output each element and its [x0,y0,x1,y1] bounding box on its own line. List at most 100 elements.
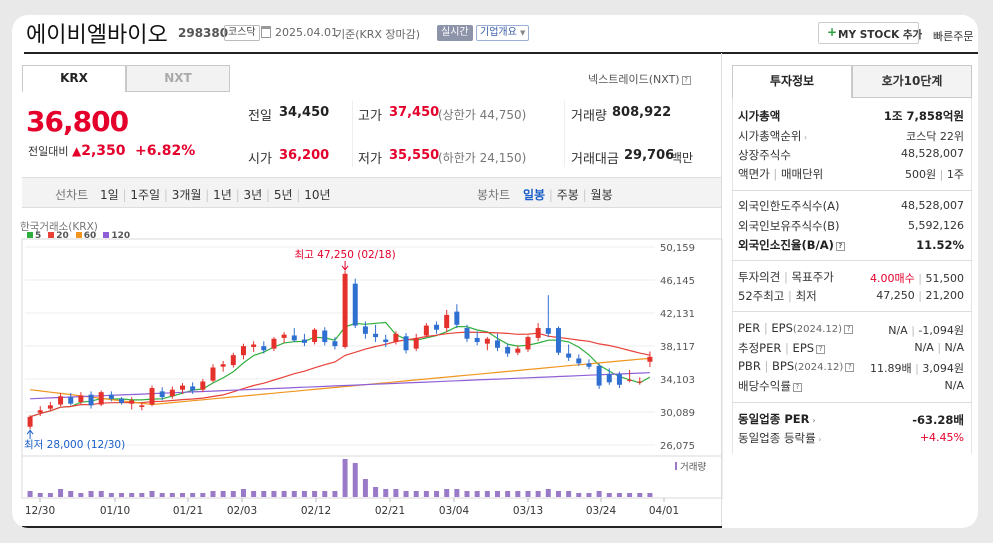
candle-body [98,392,104,405]
candle-body [271,338,277,349]
candle-body [454,311,460,325]
help-icon[interactable]: ? [835,242,845,251]
volume-bar [78,493,84,497]
volume-bar [119,493,125,497]
w52-value: 47,250 | 21,200 [876,289,964,302]
x-tick-label: 02/12 [301,505,331,517]
volume-bar [362,479,368,497]
candle-body [240,346,246,356]
w52-high-value: 47,250 [876,289,915,302]
volume-bar [434,491,440,497]
help-icon[interactable]: ? [844,325,854,334]
candle-body [68,397,74,404]
industry-per-text: 동일업종 PER [738,412,810,426]
dividend-text: 배당수익률 [738,379,791,393]
candle-body [474,337,480,343]
mcap-rank-label[interactable]: 시가총액순위 › [738,128,807,144]
y-tick-label: 30,089 [660,408,695,419]
tab-orderbook-label: 호가10단계 [881,74,943,88]
tab-invest-info[interactable]: 투자정보 [732,65,852,98]
volume-bar [373,487,379,497]
volume-bar [169,493,175,497]
tab-orderbook[interactable]: 호가10단계 [852,65,972,98]
candle-body [129,400,135,404]
chevron-right-icon: › [809,416,816,425]
volume-bar [535,491,541,497]
candle-body [566,353,572,358]
eps-value: -1,094원 [918,324,964,337]
dividend-value: N/A [944,379,964,392]
industry-rate-text: 동일업종 등락률 [738,431,816,445]
foreign-ratio-value: 11.52% [916,238,964,252]
candle-body [37,410,43,413]
y-tick-label: 26,075 [660,441,695,452]
w52-low-label: 최저 [795,289,817,303]
pbr-value: 11.89배 [870,362,912,375]
eps-year: (2024.12) [792,324,843,335]
volume-bar [281,491,287,497]
candle-body [515,348,521,353]
volume-bar [525,491,531,497]
candle-body [505,346,511,354]
shares-value: 48,528,007 [901,147,964,160]
candle-body [373,333,379,338]
volume-bar [37,493,43,497]
candle-body [434,324,440,330]
foreign-hold-value: 5,592,126 [908,219,964,232]
per-value: N/A [888,324,908,337]
est-per-label: 추정PER | EPS? [738,340,826,356]
help-icon[interactable]: ? [792,383,802,392]
volume-bar [383,489,389,497]
volume-bar [393,489,399,497]
mcap-rank-value: 코스닥 22위 [906,130,964,143]
volume-bar [180,493,185,497]
industry-per-label[interactable]: 동일업종 PER › [738,411,816,427]
foreign-hold-label: 외국인보유주식수(B) [738,219,840,233]
volume-bar [454,489,460,497]
w52-label: 52주최고 | 최저 [738,289,817,303]
volume-bar [190,493,196,497]
candle-body [627,379,633,381]
volume-bar [495,491,500,497]
candle-body [637,381,643,383]
candle-body [169,389,175,397]
candle-body [647,356,653,362]
mcap-value: 1조 7,858억원 [883,109,964,123]
pbr-label: PBR [738,359,761,373]
candle-body [58,396,64,405]
candle-body [495,340,500,348]
industry-rate-label[interactable]: 동일업종 등락률 › [738,430,821,446]
w52-high-label: 52주최고 [738,289,785,303]
volume-bar [413,491,419,497]
candle-body [78,395,84,403]
candle-body [545,328,551,334]
opinion-target-value: 4.00매수 | 51,500 [870,272,964,285]
bps-value: 3,094원 [922,362,964,375]
foreign-limit-value: 48,528,007 [901,199,964,212]
x-tick-label: 03/04 [439,505,470,517]
volume-bar [98,491,104,497]
volume-bar [647,493,653,497]
opinion-target-label: 투자의견 | 목표주가 [738,270,834,284]
volume-bar [464,491,470,497]
volume-bar [210,491,216,497]
volume-bar [616,493,622,497]
moving-average-line [30,357,650,406]
volume-bar [352,463,358,497]
candle-body [322,330,328,343]
candle-body [596,365,602,386]
trade-unit-value: 1주 [946,168,964,181]
help-icon[interactable]: ? [845,363,855,372]
dividend-label: 배당수익률? [738,378,802,394]
eps-label: EPS [771,321,793,335]
candle-body [190,386,196,391]
volume-bar [444,489,450,497]
help-icon[interactable]: ? [816,345,826,354]
est-per: N/A [914,341,934,354]
shares-label: 상장주식수 [738,148,791,162]
candle-body [261,346,267,351]
y-tick-label: 46,145 [660,276,695,287]
volume-bar [47,493,53,497]
candle-body [413,337,419,349]
volume-bar [88,491,94,497]
